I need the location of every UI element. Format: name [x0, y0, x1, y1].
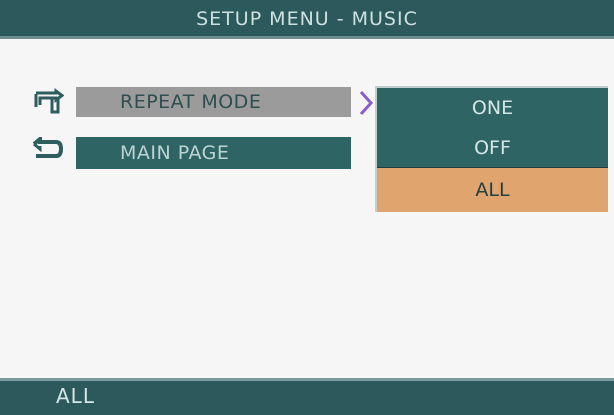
option-one[interactable]: ONE — [377, 88, 608, 128]
dvd-setup-screen: SETUP MENU - MUSIC REPEAT MODE MAIN PAGE… — [0, 0, 614, 415]
chevron-right-icon — [359, 90, 374, 116]
option-all[interactable]: ALL — [377, 168, 608, 212]
repeat-icon — [30, 88, 64, 114]
menu-item-label: MAIN PAGE — [120, 142, 230, 164]
option-label: ALL — [475, 179, 510, 201]
title-bar-divider — [0, 36, 614, 39]
status-text: ALL — [56, 384, 95, 408]
option-off[interactable]: OFF — [377, 128, 608, 168]
option-label: OFF — [474, 137, 511, 159]
menu-item-main-page[interactable]: MAIN PAGE — [76, 137, 351, 169]
menu-item-label: REPEAT MODE — [120, 91, 262, 113]
return-icon — [30, 137, 64, 163]
menu-item-repeat-mode[interactable]: REPEAT MODE — [76, 87, 351, 117]
option-label: ONE — [471, 97, 514, 119]
page-title: SETUP MENU - MUSIC — [196, 8, 418, 30]
repeat-mode-options: ONE OFF ALL — [375, 86, 608, 212]
